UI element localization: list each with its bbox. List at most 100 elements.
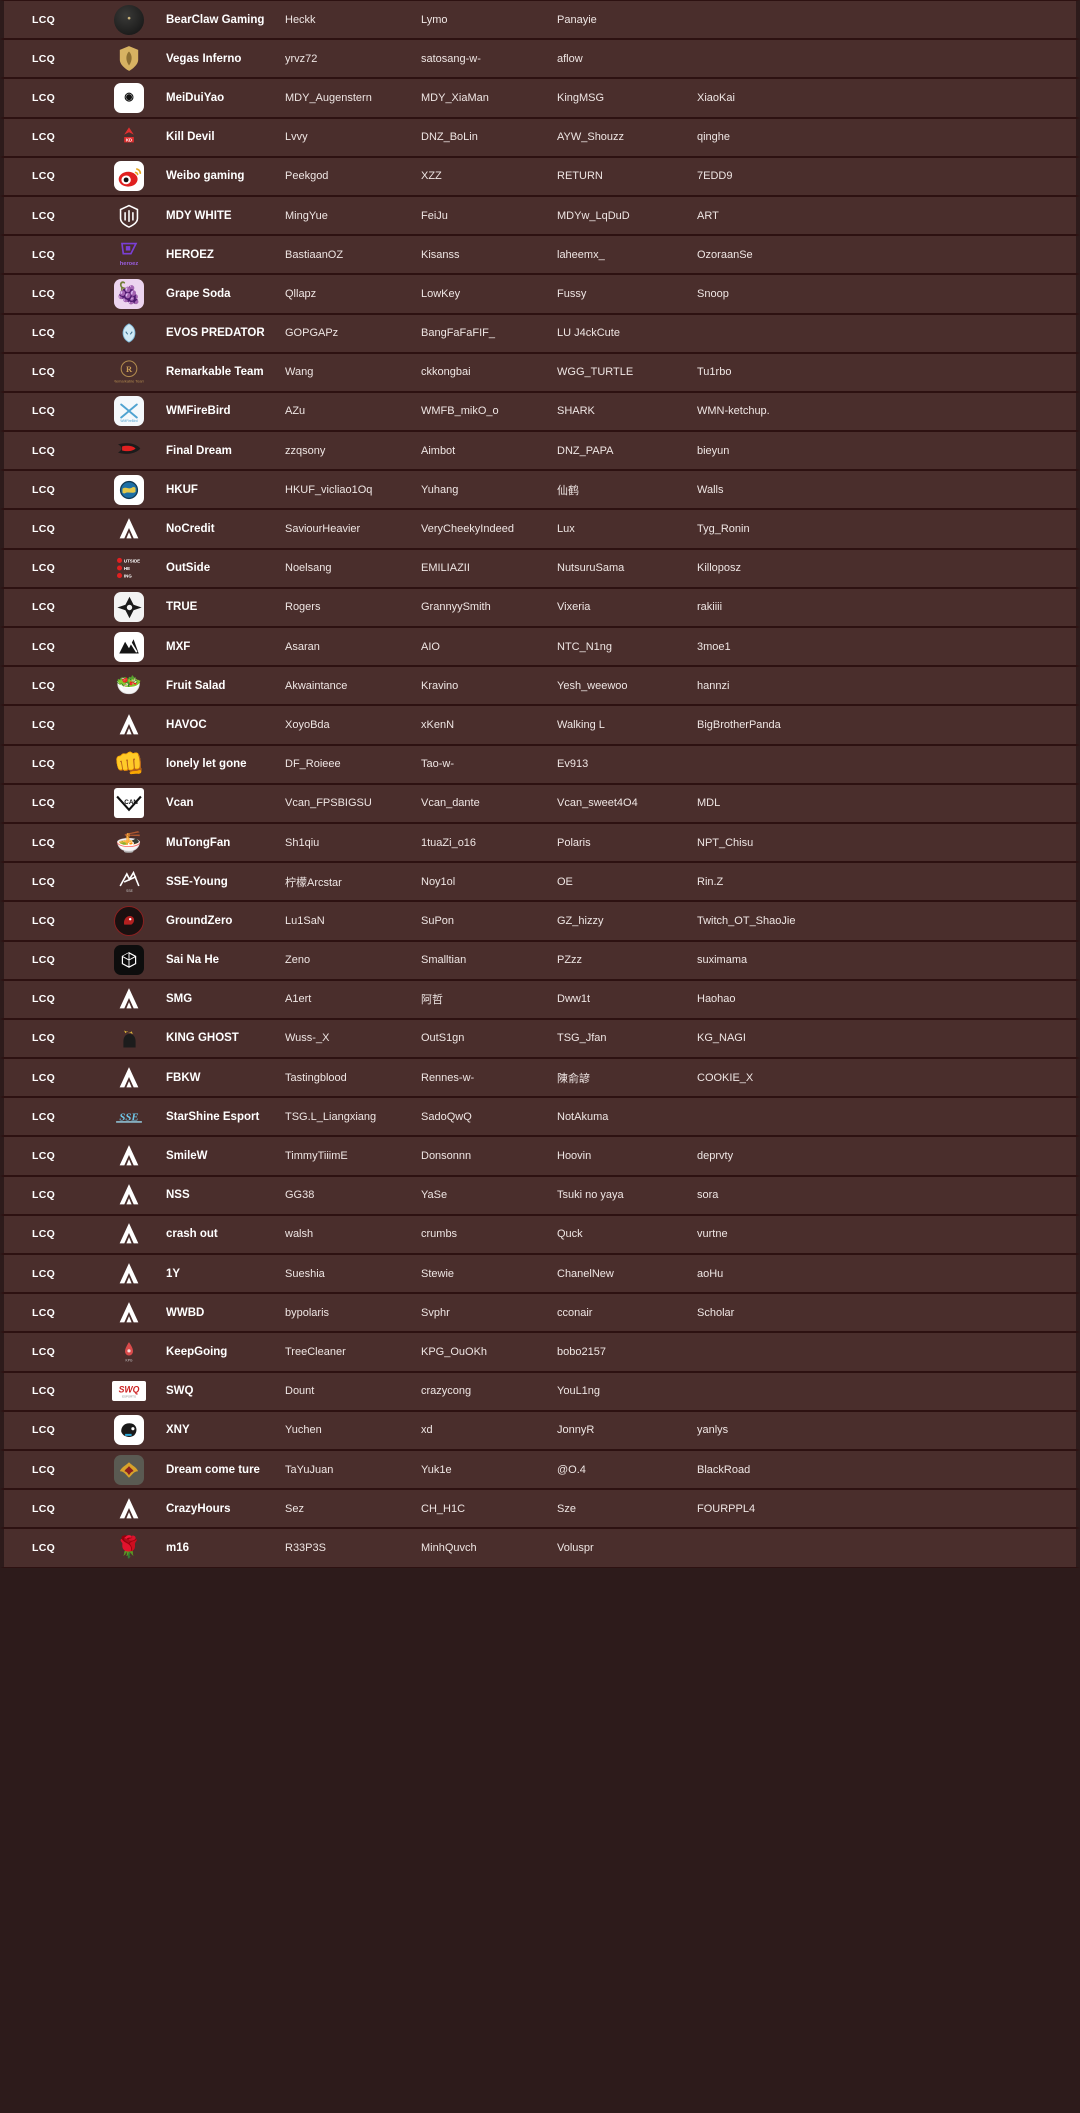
player-name-2[interactable]: XZZ — [421, 170, 557, 182]
player-name-3[interactable]: Quck — [557, 1228, 697, 1240]
player-name-4[interactable]: Twitch_OT_ShaoJie — [697, 915, 1076, 927]
player-name-3[interactable]: Hoovin — [557, 1150, 697, 1162]
player-name-4[interactable]: deprvty — [697, 1150, 1076, 1162]
table-row[interactable]: LCQ Weibo gaming Peekgod XZZ RETURN 7EDD9 — [0, 156, 1080, 196]
player-name-3[interactable]: @O.4 — [557, 1464, 697, 1476]
player-name-1[interactable]: XoyoBda — [285, 719, 421, 731]
player-name-4[interactable]: Tu1rbo — [697, 366, 1076, 378]
player-name-1[interactable]: Noelsang — [285, 562, 421, 574]
team-name[interactable]: Kill Devil — [151, 131, 285, 143]
player-name-1[interactable]: Dount — [285, 1385, 421, 1397]
team-name[interactable]: m16 — [151, 1542, 285, 1554]
table-row[interactable]: LCQ crash out walsh crumbs Quck vurtne — [0, 1214, 1080, 1254]
player-name-4[interactable]: qinghe — [697, 131, 1076, 143]
player-name-4[interactable]: 3moe1 — [697, 641, 1076, 653]
player-name-2[interactable]: Kravino — [421, 680, 557, 692]
player-name-2[interactable]: ckkongbai — [421, 366, 557, 378]
player-name-4[interactable]: WMN-ketchup. — [697, 405, 1076, 417]
player-name-1[interactable]: Yuchen — [285, 1424, 421, 1436]
player-name-3[interactable]: Tsuki no yaya — [557, 1189, 697, 1201]
player-name-1[interactable]: 柠檬Arcstar — [285, 874, 421, 890]
player-name-2[interactable]: KPG_OuOKh — [421, 1346, 557, 1358]
player-name-2[interactable]: MinhQuvch — [421, 1542, 557, 1554]
player-name-1[interactable]: Sh1qiu — [285, 837, 421, 849]
table-row[interactable]: LCQ GroundZero Lu1SaN SuPon GZ_hizzy Twitch_O… — [0, 901, 1080, 941]
player-name-3[interactable]: KingMSG — [557, 92, 697, 104]
table-row[interactable]: LCQ CAN Vcan Vcan_FPSBIGSU Vcan_dante Vcan_sw… — [0, 783, 1080, 823]
player-name-1[interactable]: Sueshia — [285, 1268, 421, 1280]
player-name-4[interactable]: Rin.Z — [697, 876, 1076, 888]
player-name-1[interactable]: AZu — [285, 405, 421, 417]
team-name[interactable]: GroundZero — [151, 915, 285, 927]
player-name-3[interactable]: LU J4ckCute — [557, 327, 697, 339]
player-name-4[interactable]: NPT_Chisu — [697, 837, 1076, 849]
player-name-3[interactable]: Walking L — [557, 719, 697, 731]
player-name-4[interactable]: FOURPPL4 — [697, 1503, 1076, 1515]
team-name[interactable]: KeepGoing — [151, 1346, 285, 1358]
player-name-3[interactable]: Voluspr — [557, 1542, 697, 1554]
player-name-3[interactable]: Panayie — [557, 14, 697, 26]
table-row[interactable]: LCQ SWQ ESPORTS SWQ Dount crazycong YouL1ng — [0, 1371, 1080, 1411]
table-row[interactable]: LCQ Sai Na He Zeno Smalltian PZzz suximama — [0, 940, 1080, 980]
table-row[interactable]: LCQ 🌹 m16 R33P3S MinhQuvch Voluspr — [0, 1528, 1080, 1568]
player-name-2[interactable]: Kisanss — [421, 249, 557, 261]
player-name-1[interactable]: Wang — [285, 366, 421, 378]
table-row[interactable]: LCQ WWBD bypolaris Svphr cconair Scholar — [0, 1293, 1080, 1333]
player-name-1[interactable]: A1ert — [285, 993, 421, 1005]
player-name-3[interactable]: DNZ_PAPA — [557, 445, 697, 457]
player-name-3[interactable]: SHARK — [557, 405, 697, 417]
player-name-2[interactable]: 阿哲 — [421, 991, 557, 1007]
player-name-2[interactable]: crazycong — [421, 1385, 557, 1397]
player-name-1[interactable]: Sez — [285, 1503, 421, 1515]
player-name-2[interactable]: DNZ_BoLin — [421, 131, 557, 143]
player-name-3[interactable]: 仙鹤 — [557, 482, 697, 498]
player-name-4[interactable]: hannzi — [697, 680, 1076, 692]
team-name[interactable]: Sai Na He — [151, 954, 285, 966]
player-name-4[interactable]: MDL — [697, 797, 1076, 809]
team-name[interactable]: MDY WHITE — [151, 210, 285, 222]
player-name-1[interactable]: GG38 — [285, 1189, 421, 1201]
team-name[interactable]: CrazyHours — [151, 1503, 285, 1515]
team-name[interactable]: WMFireBird — [151, 405, 285, 417]
player-name-4[interactable]: BigBrotherPanda — [697, 719, 1076, 731]
player-name-3[interactable]: PZzz — [557, 954, 697, 966]
table-row[interactable]: LCQ MDY WHITE MingYue FeiJu MDYw_LqDuD ART — [0, 195, 1080, 236]
player-name-2[interactable]: Lymo — [421, 14, 557, 26]
player-name-2[interactable]: EMILIAZII — [421, 562, 557, 574]
team-name[interactable]: NSS — [151, 1189, 285, 1201]
player-name-1[interactable]: Lvvy — [285, 131, 421, 143]
team-name[interactable]: Final Dream — [151, 445, 285, 457]
player-name-3[interactable]: bobo2157 — [557, 1346, 697, 1358]
team-name[interactable]: OutSide — [151, 562, 285, 574]
player-name-2[interactable]: Yuk1e — [421, 1464, 557, 1476]
team-name[interactable]: Vcan — [151, 797, 285, 809]
team-name[interactable]: MXF — [151, 641, 285, 653]
player-name-2[interactable]: Tao-w- — [421, 758, 557, 770]
player-name-4[interactable]: sora — [697, 1189, 1076, 1201]
player-name-4[interactable]: COOKIE_X — [697, 1072, 1076, 1084]
player-name-4[interactable]: suximama — [697, 954, 1076, 966]
player-name-3[interactable]: Vcan_sweet4O4 — [557, 797, 697, 809]
player-name-4[interactable]: 7EDD9 — [697, 170, 1076, 182]
player-name-4[interactable]: OzoraanSe — [697, 249, 1076, 261]
player-name-1[interactable]: TreeCleaner — [285, 1346, 421, 1358]
team-name[interactable]: HKUF — [151, 484, 285, 496]
player-name-1[interactable]: MingYue — [285, 210, 421, 222]
player-name-2[interactable]: Noy1ol — [421, 876, 557, 888]
player-name-1[interactable]: Lu1SaN — [285, 915, 421, 927]
player-name-3[interactable]: cconair — [557, 1307, 697, 1319]
table-row[interactable]: LCQ ● BearClaw Gaming Heckk Lymo Panayie — [0, 0, 1080, 40]
player-name-2[interactable]: Stewie — [421, 1268, 557, 1280]
team-name[interactable]: MeiDuiYao — [151, 92, 285, 104]
player-name-2[interactable]: Vcan_dante — [421, 797, 557, 809]
table-row[interactable]: LCQ 🍜 MuTongFan Sh1qiu 1tuaZi_o16 Polaris NPT_… — [0, 822, 1080, 863]
team-name[interactable]: Vegas Inferno — [151, 53, 285, 65]
player-name-1[interactable]: Peekgod — [285, 170, 421, 182]
player-name-3[interactable]: NotAkuma — [557, 1111, 697, 1123]
player-name-2[interactable]: Smalltian — [421, 954, 557, 966]
player-name-3[interactable]: 陳俞諺 — [557, 1070, 697, 1086]
player-name-1[interactable]: SaviourHeavier — [285, 523, 421, 535]
team-name[interactable]: StarShine Esport — [151, 1111, 285, 1123]
player-name-2[interactable]: 1tuaZi_o16 — [421, 837, 557, 849]
player-name-4[interactable]: Scholar — [697, 1307, 1076, 1319]
